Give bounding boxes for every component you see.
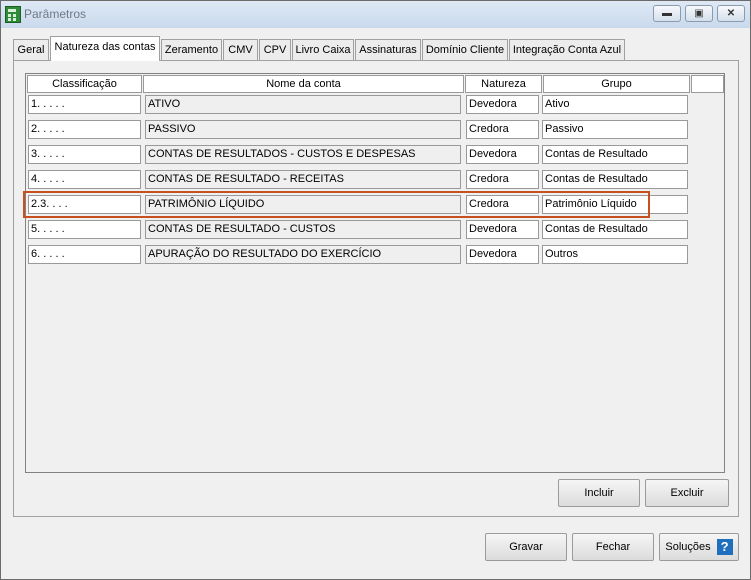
grupo-cell[interactable]: Contas de Resultado — [542, 220, 688, 239]
column-header-classificacao[interactable]: Classificação — [27, 75, 142, 93]
natureza-cell[interactable]: Credora — [466, 120, 539, 139]
maximize-icon: ▣ — [694, 8, 704, 19]
excluir-button[interactable]: Excluir — [645, 479, 729, 507]
close-icon: ✕ — [726, 8, 736, 19]
natureza-cell[interactable]: Devedora — [466, 95, 539, 114]
natureza-cell[interactable]: Devedora — [466, 145, 539, 164]
nome-da-conta-cell[interactable]: ATIVO — [145, 95, 461, 114]
nome-da-conta-cell[interactable]: CONTAS DE RESULTADOS - CUSTOS E DESPESAS — [145, 145, 461, 164]
tab-assinaturas[interactable]: Assinaturas — [355, 39, 421, 60]
calculator-icon — [5, 6, 21, 23]
minimize-icon: ▬ — [662, 8, 672, 19]
classificacao-cell[interactable]: 2. . . . . — [28, 120, 141, 139]
fechar-button[interactable]: Fechar — [572, 533, 654, 561]
nome-da-conta-cell[interactable]: APURAÇÃO DO RESULTADO DO EXERCÍCIO — [145, 245, 461, 264]
tab-cmv[interactable]: CMV — [223, 39, 258, 60]
parametros-window: Parâmetros ▬ ▣ ✕ Geral Natureza das cont… — [0, 0, 751, 580]
grupo-cell[interactable]: Contas de Resultado — [542, 170, 688, 189]
tab-zeramento[interactable]: Zeramento — [161, 39, 222, 60]
classificacao-cell[interactable]: 5. . . . . — [28, 220, 141, 239]
natureza-cell[interactable]: Devedora — [466, 245, 539, 264]
tab-livro-caixa[interactable]: Livro Caixa — [292, 39, 354, 60]
close-button[interactable]: ✕ — [717, 5, 745, 22]
natureza-cell[interactable]: Credora — [466, 170, 539, 189]
minimize-button[interactable]: ▬ — [653, 5, 681, 22]
tab-integracao-conta-azul[interactable]: Integração Conta Azul — [509, 39, 625, 60]
nome-da-conta-cell[interactable]: PASSIVO — [145, 120, 461, 139]
solucoes-label: Soluções — [665, 541, 711, 553]
classificacao-cell[interactable]: 3. . . . . — [28, 145, 141, 164]
incluir-button[interactable]: Incluir — [558, 479, 640, 507]
natureza-cell[interactable]: Credora — [466, 195, 539, 214]
column-header-blank — [691, 75, 724, 93]
help-icon: ? — [716, 539, 733, 556]
grupo-cell[interactable]: Ativo — [542, 95, 688, 114]
grupo-cell[interactable]: Patrimônio Líquido — [542, 195, 688, 214]
classificacao-cell[interactable]: 2.3. . . . — [28, 195, 141, 214]
maximize-button[interactable]: ▣ — [685, 5, 713, 22]
tab-cpv[interactable]: CPV — [259, 39, 291, 60]
window-title: Parâmetros — [24, 7, 87, 21]
grupo-cell[interactable]: Passivo — [542, 120, 688, 139]
grupo-cell[interactable]: Outros — [542, 245, 688, 264]
nome-da-conta-cell[interactable]: CONTAS DE RESULTADO - CUSTOS — [145, 220, 461, 239]
classificacao-cell[interactable]: 4. . . . . — [28, 170, 141, 189]
solucoes-button[interactable]: Soluções? — [659, 533, 739, 561]
column-header-grupo[interactable]: Grupo — [543, 75, 690, 93]
accounts-grid[interactable]: Classificação Nome da conta Natureza Gru… — [25, 73, 725, 473]
natureza-cell[interactable]: Devedora — [466, 220, 539, 239]
column-header-natureza[interactable]: Natureza — [465, 75, 542, 93]
classificacao-cell[interactable]: 1. . . . . — [28, 95, 141, 114]
grupo-cell[interactable]: Contas de Resultado — [542, 145, 688, 164]
classificacao-cell[interactable]: 6. . . . . — [28, 245, 141, 264]
gravar-button[interactable]: Gravar — [485, 533, 567, 561]
title-bar[interactable]: Parâmetros ▬ ▣ ✕ — [1, 1, 750, 28]
tab-dominio-cliente[interactable]: Domínio Cliente — [422, 39, 508, 60]
nome-da-conta-cell[interactable]: PATRIMÔNIO LÍQUIDO — [145, 195, 461, 214]
column-header-nome-da-conta[interactable]: Nome da conta — [143, 75, 464, 93]
tab-natureza-das-contas[interactable]: Natureza das contas — [50, 36, 160, 61]
tab-geral[interactable]: Geral — [13, 39, 49, 60]
nome-da-conta-cell[interactable]: CONTAS DE RESULTADO - RECEITAS — [145, 170, 461, 189]
